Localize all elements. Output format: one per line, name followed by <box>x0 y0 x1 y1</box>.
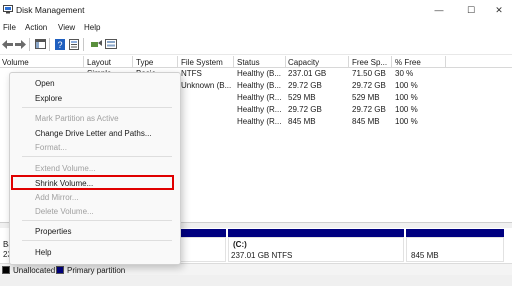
cell-percent-free: 100 % <box>395 105 418 114</box>
cell-status: Healthy (B... <box>237 81 282 90</box>
column-header-percent-free[interactable]: % Free <box>395 58 421 67</box>
menu-separator <box>22 107 172 108</box>
legend-label-unallocated: Unallocated <box>13 266 56 275</box>
menu-item-properties[interactable]: Properties <box>35 227 71 236</box>
cell-status: Healthy (R... <box>237 93 282 102</box>
cell-file-system: Unknown (B... <box>181 81 232 90</box>
maximize-icon: ☐ <box>466 4 476 15</box>
cell-capacity: 529 MB <box>288 93 316 102</box>
partition-bar <box>406 229 504 237</box>
menu-item-explore[interactable]: Explore <box>35 94 62 103</box>
console-tree-button[interactable] <box>34 38 46 50</box>
menu-action[interactable]: Action <box>25 23 47 32</box>
help-topics-icon <box>91 40 102 47</box>
shrink-volume-highlight-box <box>11 175 174 190</box>
partition-box[interactable] <box>180 237 226 262</box>
partition-name: (C:) <box>233 240 247 249</box>
disk-management-app-icon <box>3 5 13 14</box>
partition-recovery[interactable]: 845 MB <box>406 237 504 262</box>
help-icon: ? <box>55 38 65 50</box>
menu-item-mark-active[interactable]: Mark Partition as Active <box>35 114 119 123</box>
svg-text:?: ? <box>57 40 62 50</box>
cell-percent-free: 100 % <box>395 117 418 126</box>
back-arrow-icon <box>1 39 13 49</box>
help-button[interactable]: ? <box>54 38 66 50</box>
cell-capacity: 29.72 GB <box>288 105 322 114</box>
column-header-volume[interactable]: Volume <box>2 58 29 67</box>
partition-bar <box>228 229 404 237</box>
menu-view[interactable]: View <box>58 23 75 32</box>
toolbar-separator <box>83 38 84 51</box>
cell-status: Healthy (R... <box>237 105 282 114</box>
close-icon: ✕ <box>495 4 503 15</box>
column-header-type[interactable]: Type <box>136 58 153 67</box>
menu-item-add-mirror[interactable]: Add Mirror... <box>35 193 79 202</box>
volume-list-header: Volume Layout Type File System Status Ca… <box>0 56 512 68</box>
menu-item-open[interactable]: Open <box>35 79 55 88</box>
menu-separator <box>22 156 172 157</box>
partition-detail: 237.01 GB NTFS <box>231 251 293 260</box>
back-button[interactable] <box>1 38 13 50</box>
column-header-free-space[interactable]: Free Sp... <box>352 58 387 67</box>
cell-status: Healthy (R... <box>237 117 282 126</box>
cell-status: Healthy (B... <box>237 69 282 78</box>
menu-bar: File Action View Help <box>0 20 512 34</box>
minimize-button[interactable]: — <box>424 0 454 20</box>
menu-separator <box>22 240 172 241</box>
column-header-layout[interactable]: Layout <box>87 58 111 67</box>
cell-capacity: 29.72 GB <box>288 81 322 90</box>
menu-item-delete-volume[interactable]: Delete Volume... <box>35 207 94 216</box>
partition-bar <box>180 229 226 237</box>
cell-free-space: 71.50 GB <box>352 69 386 78</box>
menu-item-extend-volume[interactable]: Extend Volume... <box>35 164 95 173</box>
disk-list-icon <box>105 39 117 49</box>
column-header-status[interactable]: Status <box>237 58 260 67</box>
help-topics-button[interactable] <box>90 38 102 50</box>
properties-button[interactable] <box>68 38 80 50</box>
context-menu: Open Explore Mark Partition as Active Ch… <box>9 72 181 265</box>
menu-separator <box>22 220 172 221</box>
forward-button[interactable] <box>14 38 26 50</box>
partition-detail: 845 MB <box>411 251 439 260</box>
partition-c[interactable]: (C:) 237.01 GB NTFS <box>228 237 404 262</box>
column-header-capacity[interactable]: Capacity <box>288 58 319 67</box>
disk-list-button[interactable] <box>105 38 117 50</box>
menu-item-help[interactable]: Help <box>35 248 51 257</box>
cell-capacity: 237.01 GB <box>288 69 327 78</box>
status-bar <box>0 275 512 286</box>
cell-free-space: 529 MB <box>352 93 380 102</box>
minimize-icon: — <box>434 5 444 15</box>
toolbar-separator <box>49 38 50 51</box>
column-header-file-system[interactable]: File System <box>181 58 223 67</box>
legend-label-primary: Primary partition <box>67 266 126 275</box>
cell-percent-free: 30 % <box>395 69 414 78</box>
toolbar-separator <box>29 38 30 51</box>
title-bar: Disk Management — ☐ ✕ <box>0 0 512 20</box>
menu-item-format[interactable]: Format... <box>35 143 67 152</box>
cell-percent-free: 100 % <box>395 93 418 102</box>
cell-free-space: 29.72 GB <box>352 81 386 90</box>
legend-swatch-primary <box>56 266 64 274</box>
forward-arrow-icon <box>14 39 26 49</box>
cell-percent-free: 100 % <box>395 81 418 90</box>
menu-item-change-drive-letter[interactable]: Change Drive Letter and Paths... <box>35 129 152 138</box>
console-tree-icon <box>34 39 46 49</box>
properties-icon <box>69 38 79 50</box>
window-title: Disk Management <box>16 5 85 15</box>
cell-file-system: NTFS <box>181 69 202 78</box>
maximize-button[interactable]: ☐ <box>456 0 486 20</box>
close-button[interactable]: ✕ <box>484 0 512 20</box>
menu-file[interactable]: File <box>3 23 16 32</box>
cell-free-space: 845 MB <box>352 117 380 126</box>
legend-swatch-unallocated <box>2 266 10 274</box>
cell-free-space: 29.72 GB <box>352 105 386 114</box>
toolbar: ? <box>0 34 512 55</box>
cell-capacity: 845 MB <box>288 117 316 126</box>
menu-help[interactable]: Help <box>84 23 100 32</box>
